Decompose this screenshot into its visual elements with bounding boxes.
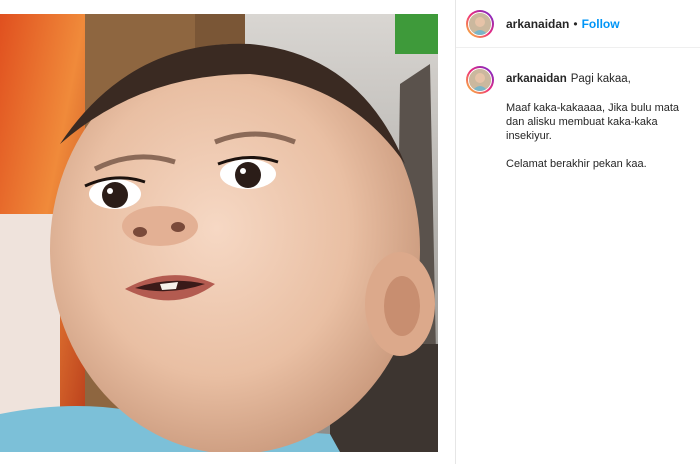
post-side-panel: arkanaidan • Follow arkanaidan Pagi kaka… [456,0,700,464]
caption-paragraph-2: Celamat berakhir pekan kaa. [506,158,647,170]
caption-paragraph-1: Maaf kaka-kakaaaa, Jika bulu mata dan al… [506,102,680,142]
profile-avatar-icon[interactable] [466,9,494,38]
follow-button[interactable]: Follow [582,17,620,31]
post-photo[interactable] [0,14,438,452]
caption-avatar-icon[interactable] [466,66,494,94]
caption-greeting: Pagi kakaa, [570,73,631,85]
caption-row: arkanaidan Pagi kakaa, Maaf kaka-kakaaaa,… [456,48,700,185]
caption-username[interactable]: arkanaidan [506,73,567,85]
post-header: arkanaidan • Follow [456,0,700,48]
baby-photo-illustration [0,14,438,452]
caption-text: arkanaidan Pagi kakaa, Maaf kaka-kakaaaa,… [506,66,684,185]
caption-first-line: arkanaidan Pagi kakaa, [506,72,684,87]
caption-body: Maaf kaka-kakaaaa, Jika bulu mata dan al… [506,101,684,171]
header-username[interactable]: arkanaidan [506,17,569,31]
header-separator: • [573,16,578,31]
instagram-post: arkanaidan • Follow arkanaidan Pagi kaka… [0,0,700,464]
